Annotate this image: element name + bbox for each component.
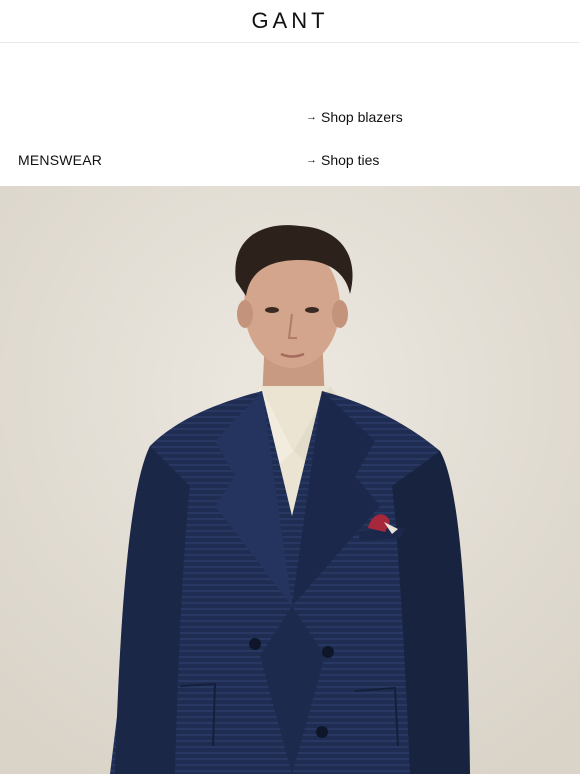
hero-image[interactable] [0,186,580,774]
brand-logo[interactable]: GANT [251,10,328,32]
section-label: MENSWEAR [18,152,103,168]
shop-ties-link[interactable]: → Shop ties [306,152,379,168]
email-page: GANT MENSWEAR → Shop blazers → Shop ties [0,0,580,774]
model-in-blazer-illustration [0,186,580,774]
arrow-right-icon: → [306,110,317,123]
shop-blazers-label: Shop blazers [321,109,403,125]
category-nav: MENSWEAR → Shop blazers → Shop ties [0,43,580,186]
shop-ties-label: Shop ties [321,152,380,168]
header: GANT [0,0,580,43]
arrow-right-icon: → [306,153,317,166]
shop-blazers-link[interactable]: → Shop blazers [306,109,403,125]
